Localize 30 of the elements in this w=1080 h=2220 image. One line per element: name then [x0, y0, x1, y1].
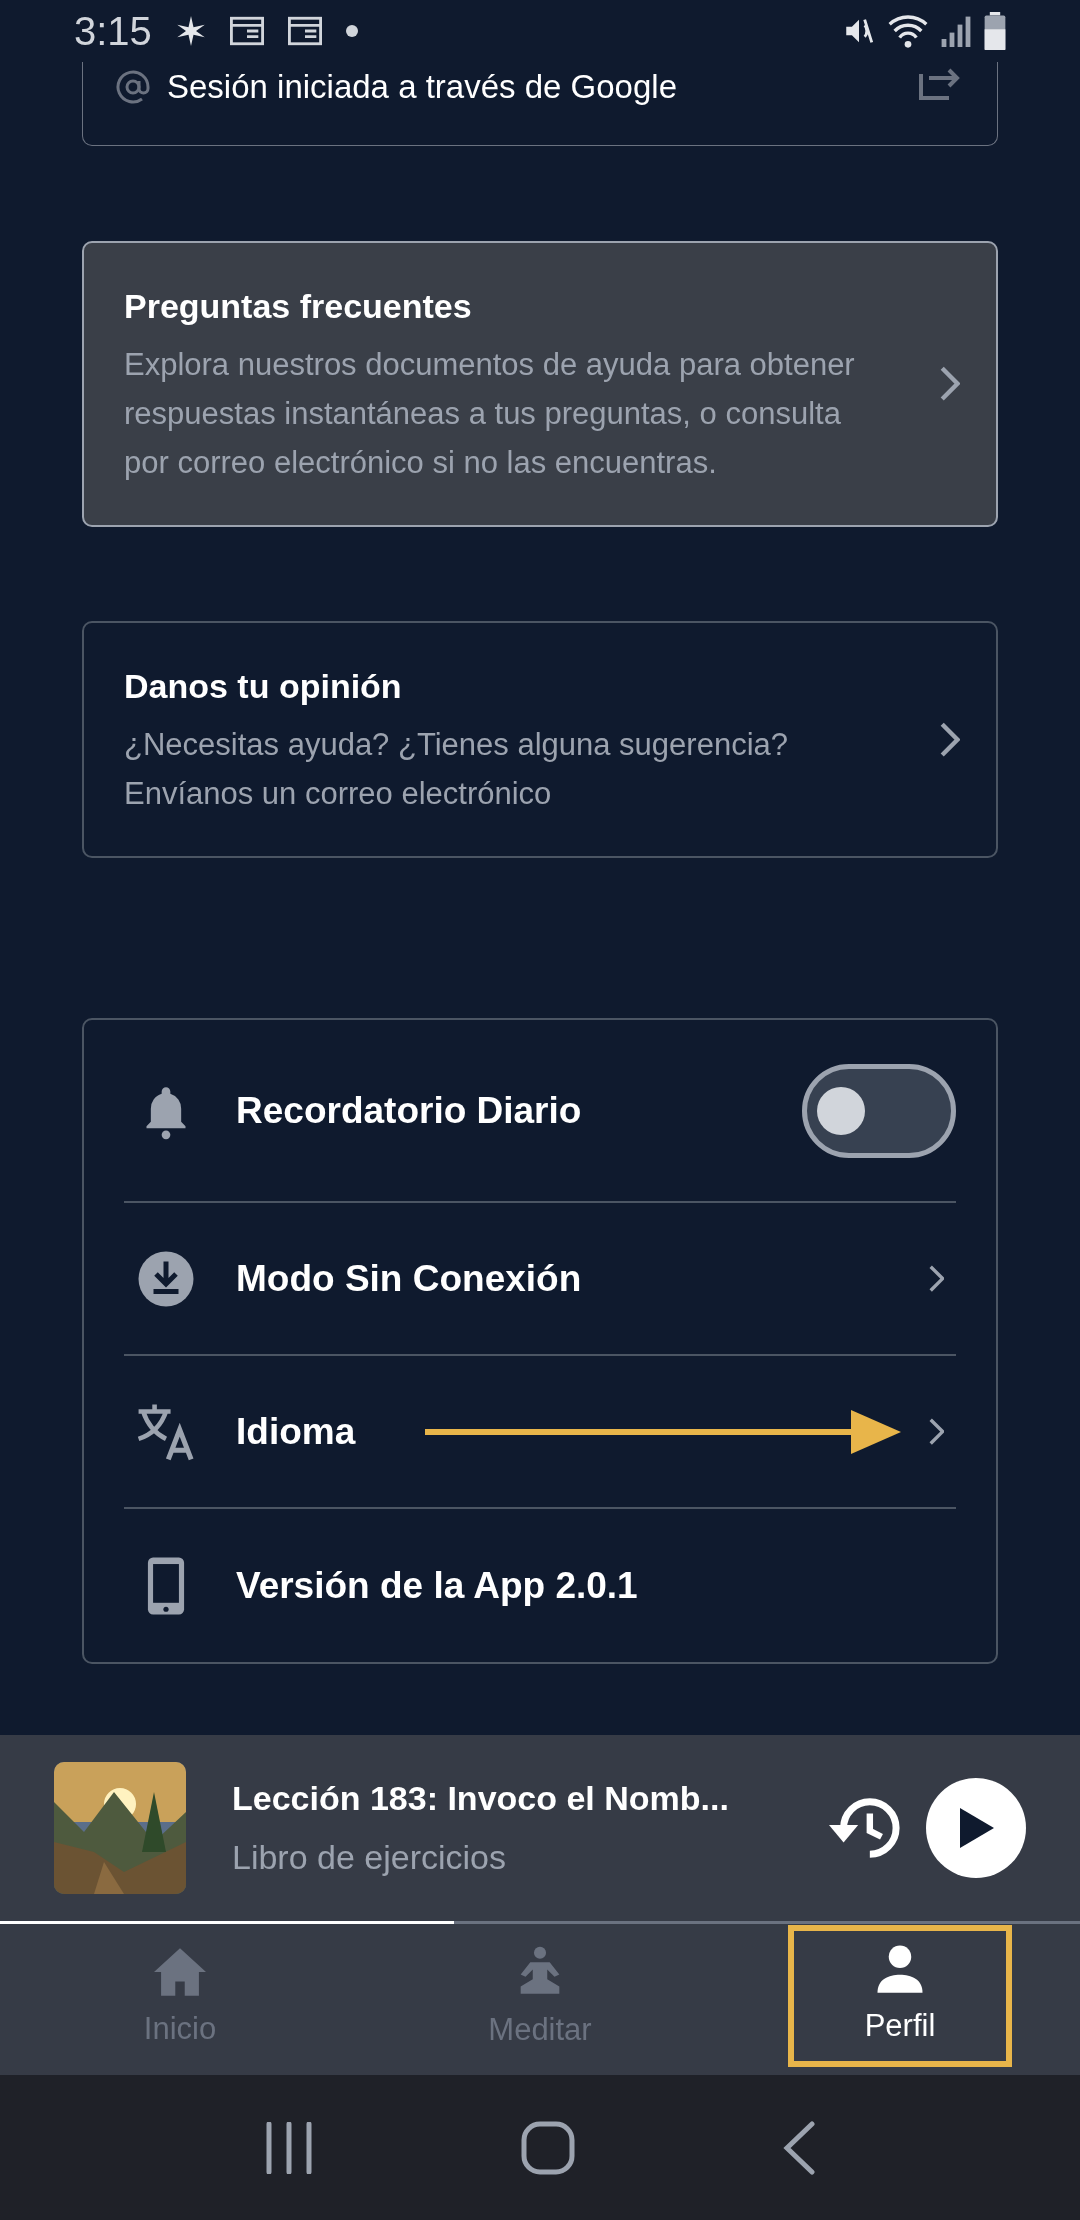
chevron-right-icon: [940, 721, 960, 758]
dot-icon: [345, 25, 358, 37]
battery-icon: [984, 12, 1006, 50]
calendar-icon: [229, 16, 264, 46]
help-card[interactable]: Danos tu opinión ¿Necesitas ayuda? ¿Tienes alguna sugerencia? Envíanos un correo electrónico: [82, 621, 998, 858]
chevron-right-icon: [940, 366, 960, 402]
mini-player[interactable]: Lección 183: Invoco el Nomb... Libro de ejercicios: [0, 1735, 1080, 1921]
nav-tab[interactable]: Perfil: [788, 1924, 1012, 2067]
signal-icon: [940, 14, 972, 48]
at-sign-icon: [115, 68, 151, 105]
setting-label[interactable]: Modo Sin Conexión: [236, 1250, 582, 1307]
help-card[interactable]: Preguntas frecuentes Explora nuestros documentos de ayuda para obtener respuestas instantáneas a tus preguntas, o consulta por correo electrónico si no las encuentras.: [82, 241, 998, 527]
account-text: Sesión iniciada a través de Google: [167, 67, 677, 107]
clock-text: 3:15: [74, 8, 152, 55]
back-icon[interactable]: [782, 2120, 817, 2175]
track-title: Lección 183: Invoco el Nomb...: [232, 1778, 730, 1819]
chevron-right-icon: [928, 1264, 944, 1293]
card-description: ¿Necesitas ayuda? ¿Tienes alguna sugerencia? Envíanos un correo electrónico: [124, 726, 790, 813]
card-title: Danos tu opinión: [124, 666, 403, 707]
calendar-icon: [287, 16, 322, 46]
sparkle-icon: [175, 16, 206, 46]
chevron-right-icon: [928, 1417, 944, 1446]
home-button-icon[interactable]: [521, 2120, 575, 2175]
setting-label[interactable]: Idioma: [236, 1403, 356, 1460]
setting-label: Versión de la App 2.0.1: [236, 1563, 638, 1608]
card-title: Preguntas frecuentes: [124, 286, 473, 327]
wifi-icon: [888, 14, 928, 48]
setting-label[interactable]: Recordatorio Diario: [236, 1082, 582, 1139]
track-subtitle: Libro de ejercicios: [232, 1837, 508, 1878]
card-description: Explora nuestros documentos de ayuda para obtener respuestas instantáneas a tus preguntas, o consulta por correo electrónico si no las encuentras.: [124, 346, 856, 482]
